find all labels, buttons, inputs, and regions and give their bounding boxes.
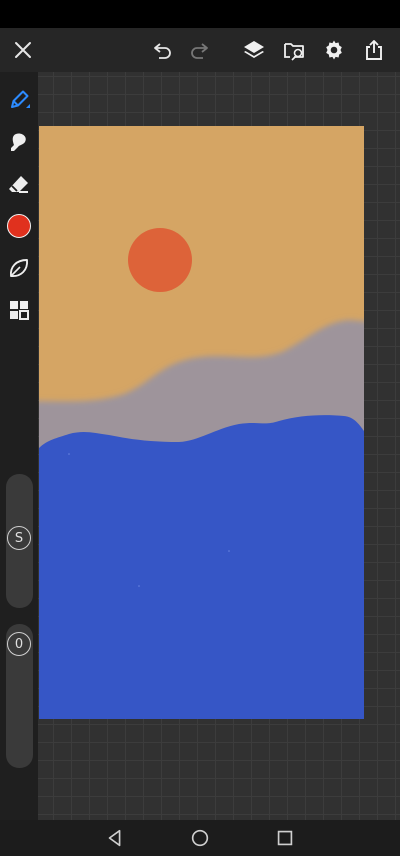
tool-sidebar: S 0 <box>0 72 38 820</box>
share-icon[interactable] <box>356 28 392 72</box>
status-bar <box>0 0 400 28</box>
opacity-slider-knob[interactable]: 0 <box>7 632 31 656</box>
back-icon[interactable] <box>100 826 130 850</box>
size-slider-knob[interactable]: S <box>7 526 31 550</box>
drawing-canvas[interactable] <box>39 126 364 719</box>
leaf-shape-icon[interactable] <box>3 252 35 284</box>
brush-size-slider[interactable]: S <box>6 474 33 608</box>
sea <box>39 415 364 719</box>
top-toolbar <box>0 28 400 72</box>
gear-icon[interactable] <box>316 28 352 72</box>
pen-icon[interactable] <box>3 84 35 116</box>
brush-opacity-slider[interactable]: 0 <box>6 624 33 768</box>
sun <box>128 228 192 292</box>
grid-pattern-icon[interactable] <box>3 294 35 326</box>
undo-icon[interactable] <box>145 28 181 72</box>
recents-icon[interactable] <box>270 826 300 850</box>
home-icon[interactable] <box>185 826 215 850</box>
smudge-icon[interactable] <box>3 126 35 158</box>
folder-export-icon[interactable] <box>276 28 312 72</box>
redo-icon[interactable] <box>181 28 217 72</box>
eraser-icon[interactable] <box>3 168 35 200</box>
layers-icon[interactable] <box>236 28 272 72</box>
system-navbar <box>0 820 400 856</box>
color-swatch[interactable] <box>3 210 35 242</box>
close-icon[interactable] <box>5 28 41 72</box>
